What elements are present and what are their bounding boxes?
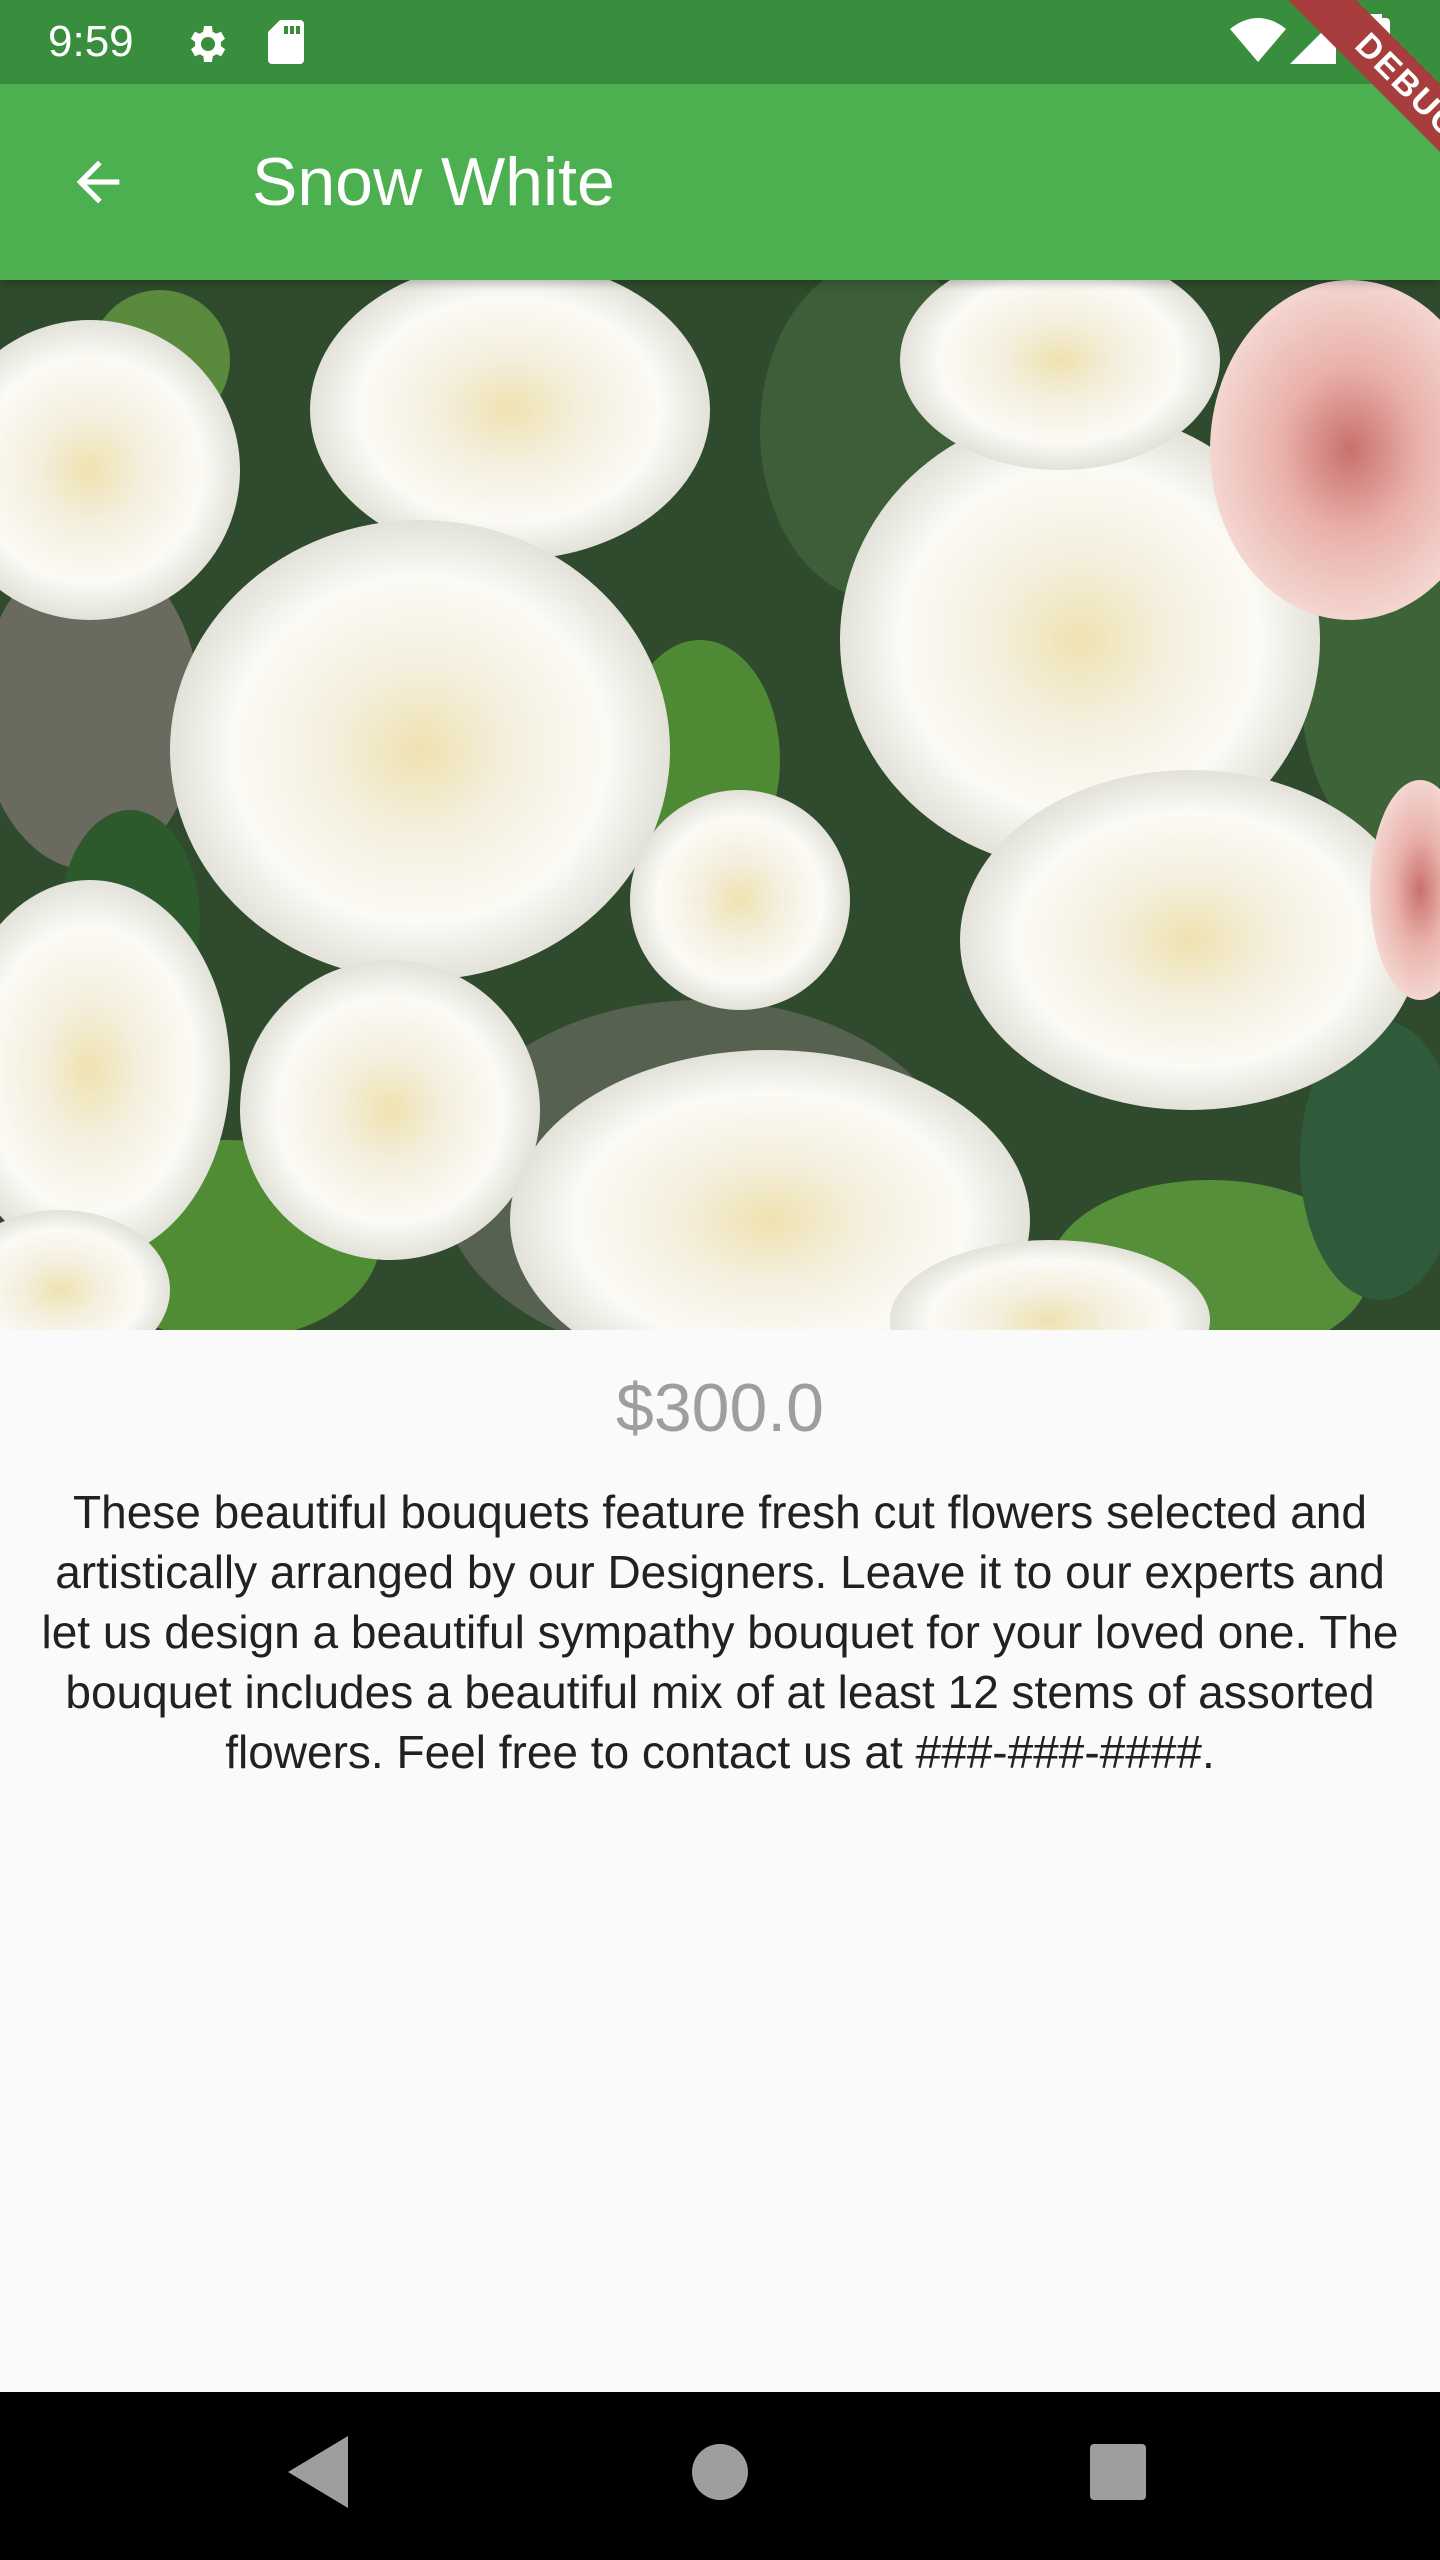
status-bar: 9:59 (0, 0, 1440, 84)
nav-back-icon[interactable] (288, 2436, 348, 2508)
product-description: These beautiful bouquets feature fresh c… (41, 1486, 1399, 1778)
arrow-back-icon (76, 160, 120, 204)
app-bar: Snow White (0, 84, 1440, 280)
product-image (0, 280, 1440, 1330)
flower-bouquet-image (0, 280, 1440, 1330)
system-navigation-bar (0, 2392, 1440, 2560)
nav-home-icon[interactable] (692, 2444, 748, 2500)
wifi-icon (1230, 18, 1286, 62)
signal-icon (1290, 18, 1336, 64)
back-button[interactable] (50, 134, 146, 230)
battery-icon (1360, 14, 1390, 66)
gear-icon (190, 26, 226, 62)
status-time: 9:59 (48, 17, 134, 66)
page-title: Snow White (252, 144, 615, 220)
product-price: $300.0 (616, 1370, 824, 1446)
nav-recents-icon[interactable] (1090, 2444, 1146, 2500)
sd-card-icon (268, 20, 304, 64)
